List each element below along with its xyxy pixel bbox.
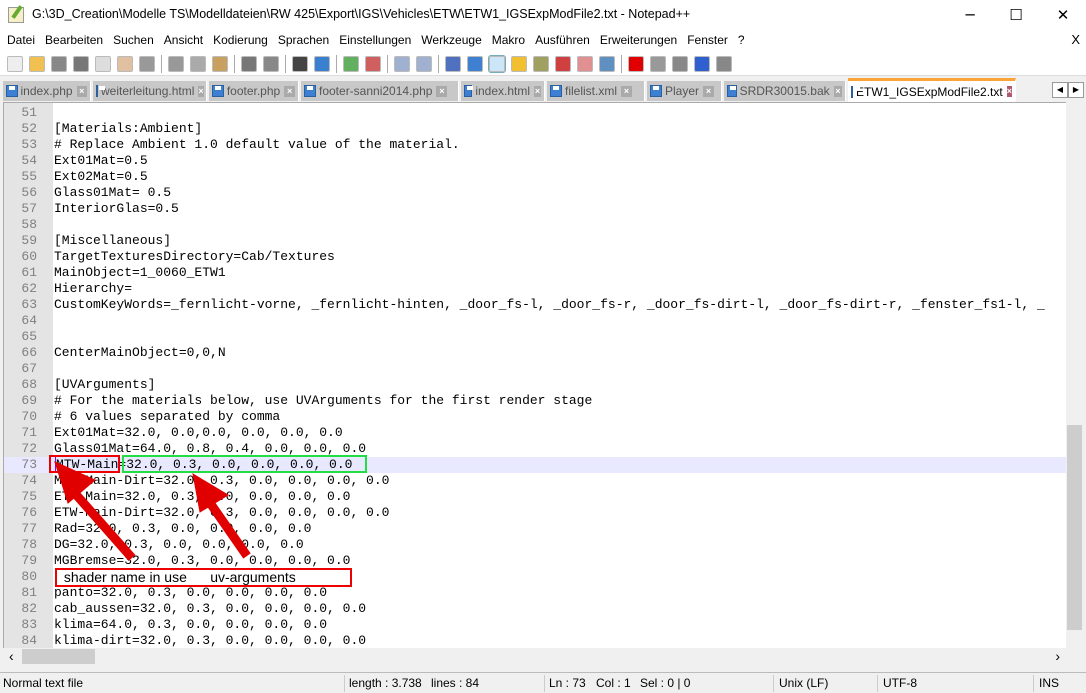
status-length: length : 3.738	[349, 676, 422, 690]
status-bar: Normal text file length : 3.738 lines : …	[0, 672, 1086, 693]
status-lines: lines : 84	[431, 676, 480, 690]
status-column: Col : 1	[596, 676, 631, 690]
status-eol[interactable]: Unix (LF)	[779, 676, 828, 690]
arrow-to-shader-name	[54, 461, 136, 561]
annotation-arrows	[54, 461, 251, 561]
status-file-type: Normal text file	[3, 676, 84, 690]
status-encoding[interactable]: UTF-8	[883, 676, 917, 690]
status-insert-mode[interactable]: INS	[1039, 676, 1059, 690]
arrow-to-uv-arguments	[192, 473, 251, 559]
status-selection: Sel : 0 | 0	[640, 676, 691, 690]
status-line-number: Ln : 73	[549, 676, 586, 690]
